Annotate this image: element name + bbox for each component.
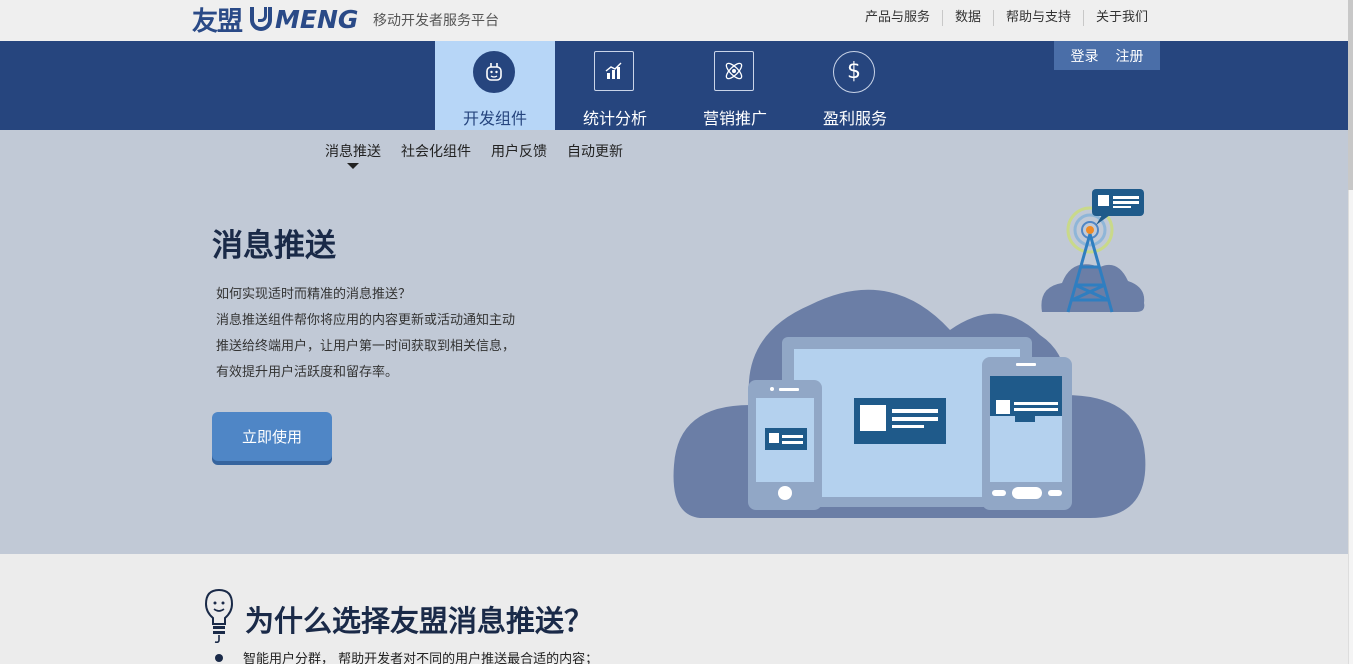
logo-u-mark-icon [250, 7, 273, 31]
main-nav: 开发组件 统计分析 营销推广 $ 盈利服务 登录 注册 [0, 41, 1348, 130]
hero-desc-line: 消息推送组件帮你将应用的内容更新或活动通知主动 [216, 313, 516, 328]
logo-chinese-text: 友盟 [192, 6, 243, 37]
nav-label: 统计分析 [582, 109, 647, 128]
nav-item-analytics[interactable]: 统计分析 [555, 41, 675, 130]
hero-desc-line: 推送给终端用户，让用户第一时间获取到相关信息， [216, 339, 516, 354]
bullet-icon [215, 653, 223, 662]
top-link-about[interactable]: 关于我们 [1082, 10, 1148, 26]
why-section: 为什么选择友盟消息推送？ 智能用户分群， 帮助开发者对不同的用户推送最合适的内容… [0, 554, 1348, 664]
login-link[interactable]: 登录 [1071, 46, 1099, 66]
nav-label: 盈利服务 [822, 109, 887, 128]
phone-icon [748, 380, 822, 510]
subnav-item-update[interactable]: 自动更新 [567, 141, 623, 161]
dollar-icon: $ [833, 51, 875, 93]
why-list-item: 智能用户分群， 帮助开发者对不同的用户推送最合适的内容； [215, 648, 598, 664]
hero-description: 如何实现适时而精准的消息推送？ 消息推送组件帮你将应用的内容更新或活动通知主动 … [216, 282, 515, 386]
signal-tower-icon [1041, 189, 1145, 313]
hero-desc-line: 有效提升用户活跃度和留存率。 [216, 365, 399, 380]
atom-icon [714, 51, 754, 91]
slogan: 移动开发者服务平台 [373, 13, 499, 29]
logo-english-text: MENG [275, 4, 359, 34]
subnav-item-push[interactable]: 消息推送 [325, 141, 381, 169]
umeng-logo[interactable]: 友盟 MENG [192, 4, 359, 37]
why-title: 为什么选择友盟消息推送？ [245, 604, 594, 638]
scrollbar-thumb[interactable] [1348, 0, 1353, 190]
push-illustration [673, 189, 1146, 518]
lightbulb-icon [204, 588, 234, 644]
subnav-item-social[interactable]: 社会化组件 [401, 141, 471, 161]
nav-item-monetization[interactable]: $ 盈利服务 [795, 41, 915, 130]
top-link-products[interactable]: 产品与服务 [853, 10, 942, 26]
hero-section: 消息推送 社会化组件 用户反馈 自动更新 消息推送 如何实现适时而精准的消息推送… [0, 130, 1348, 554]
nav-item-marketing[interactable]: 营销推广 [675, 41, 795, 130]
sub-nav: 消息推送 社会化组件 用户反馈 自动更新 [325, 141, 643, 169]
top-link-data[interactable]: 数据 [941, 10, 993, 26]
page-scrollbar[interactable] [1348, 0, 1353, 664]
nav-label: 营销推广 [702, 109, 767, 128]
hero-title: 消息推送 [212, 228, 336, 264]
auth-box: 登录 注册 [1054, 41, 1160, 70]
register-link[interactable]: 注册 [1116, 46, 1144, 66]
why-item-text: 智能用户分群， 帮助开发者对不同的用户推送最合适的内容； [243, 652, 599, 664]
robot-icon [473, 51, 515, 93]
top-link-help[interactable]: 帮助与支持 [992, 10, 1083, 26]
tablet-icon [982, 357, 1072, 510]
top-links: 产品与服务 数据 帮助与支持 关于我们 [853, 10, 1148, 26]
nav-item-dev-components[interactable]: 开发组件 [435, 41, 555, 130]
subnav-item-feedback[interactable]: 用户反馈 [491, 141, 547, 161]
chart-icon [594, 51, 634, 91]
use-now-button[interactable]: 立即使用 [212, 412, 332, 461]
top-header: 友盟 MENG 移动开发者服务平台 产品与服务 数据 帮助与支持 关于我们 [0, 0, 1353, 41]
hero-desc-line: 如何实现适时而精准的消息推送？ [216, 287, 412, 302]
nav-label: 开发组件 [462, 109, 527, 128]
